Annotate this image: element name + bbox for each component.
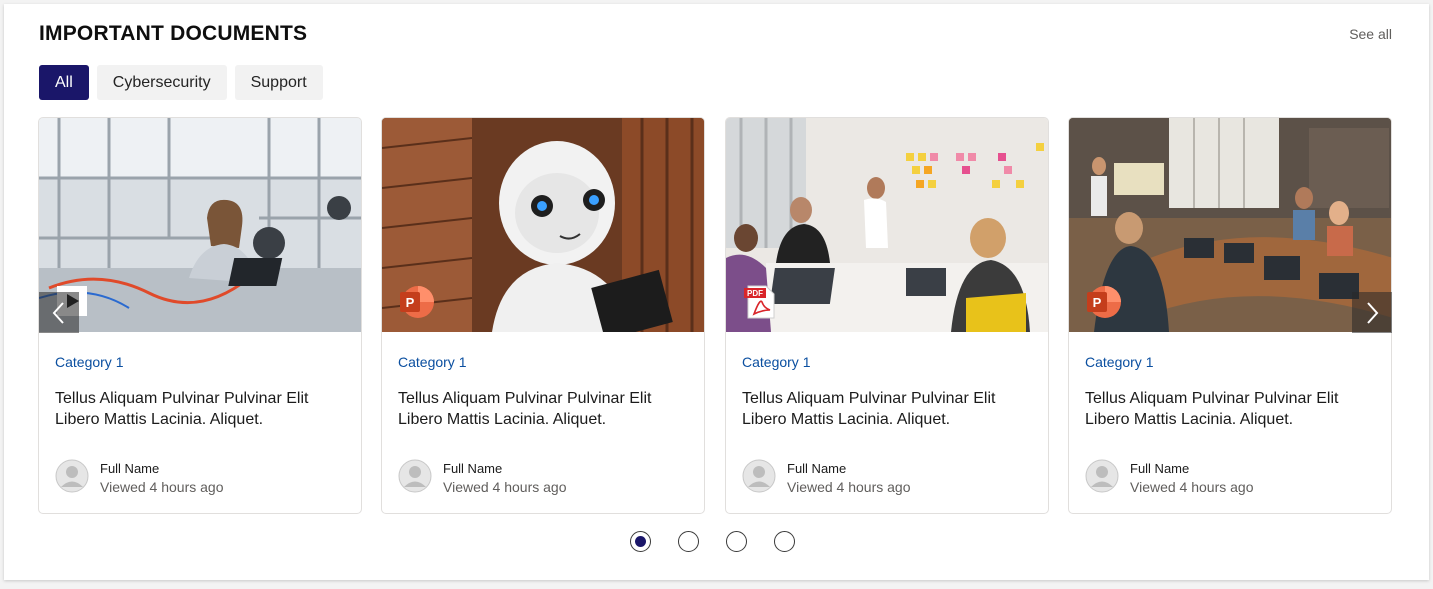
powerpoint-icon: P	[398, 284, 434, 320]
card-title[interactable]: Tellus Aliquam Pulvinar Pulvinar Elit Li…	[55, 388, 347, 430]
document-card[interactable]: P Category 1 Tellus Aliquam Pulvinar Pul…	[1068, 117, 1392, 514]
tab-all[interactable]: All	[39, 65, 89, 100]
pdf-icon: PDF	[742, 284, 778, 320]
author-name: Full Name	[100, 461, 160, 476]
document-card[interactable]: PDF Category 1 Tellus Aliquam Pulvinar P…	[725, 117, 1049, 514]
chevron-right-icon	[1367, 301, 1379, 324]
author-name: Full Name	[1130, 461, 1190, 476]
pagination-dot-4[interactable]	[774, 531, 795, 552]
pagination-dot-1[interactable]	[630, 531, 651, 552]
important-documents-panel: IMPORTANT DOCUMENTS See all All Cybersec…	[4, 4, 1429, 580]
card-category[interactable]: Category 1	[742, 354, 810, 370]
carousel-pagination	[630, 531, 795, 552]
document-card[interactable]: P Category 1 Tellus Aliquam Pulvinar Pul…	[381, 117, 705, 514]
document-card[interactable]: Category 1 Tellus Aliquam Pulvinar Pulvi…	[38, 117, 362, 514]
author-name: Full Name	[443, 461, 503, 476]
avatar-icon	[1085, 459, 1119, 493]
pagination-dot-2[interactable]	[678, 531, 699, 552]
section-title: IMPORTANT DOCUMENTS	[39, 22, 308, 45]
avatar-icon	[742, 459, 776, 493]
carousel-prev-button[interactable]	[39, 292, 79, 333]
svg-text:P: P	[1093, 295, 1102, 310]
card-category[interactable]: Category 1	[1085, 354, 1153, 370]
viewed-time: Viewed 4 hours ago	[100, 479, 224, 495]
viewed-time: Viewed 4 hours ago	[1130, 479, 1254, 495]
see-all-link[interactable]: See all	[1349, 26, 1392, 42]
tab-support[interactable]: Support	[234, 65, 323, 100]
viewed-time: Viewed 4 hours ago	[787, 479, 911, 495]
card-category[interactable]: Category 1	[398, 354, 466, 370]
author-name: Full Name	[787, 461, 847, 476]
svg-text:P: P	[406, 295, 415, 310]
filter-tabs: All Cybersecurity Support	[39, 65, 323, 100]
chevron-left-icon	[52, 301, 64, 324]
carousel-next-button[interactable]	[1352, 292, 1392, 333]
card-title[interactable]: Tellus Aliquam Pulvinar Pulvinar Elit Li…	[742, 388, 1034, 430]
powerpoint-icon: P	[1085, 284, 1121, 320]
card-category[interactable]: Category 1	[55, 354, 123, 370]
active-dot-indicator	[635, 536, 646, 547]
card-title[interactable]: Tellus Aliquam Pulvinar Pulvinar Elit Li…	[1085, 388, 1377, 430]
avatar-icon	[55, 459, 89, 493]
svg-text:PDF: PDF	[747, 289, 763, 298]
viewed-time: Viewed 4 hours ago	[443, 479, 567, 495]
avatar-icon	[398, 459, 432, 493]
tab-cybersecurity[interactable]: Cybersecurity	[96, 65, 227, 100]
pagination-dot-3[interactable]	[726, 531, 747, 552]
card-title[interactable]: Tellus Aliquam Pulvinar Pulvinar Elit Li…	[398, 388, 690, 430]
